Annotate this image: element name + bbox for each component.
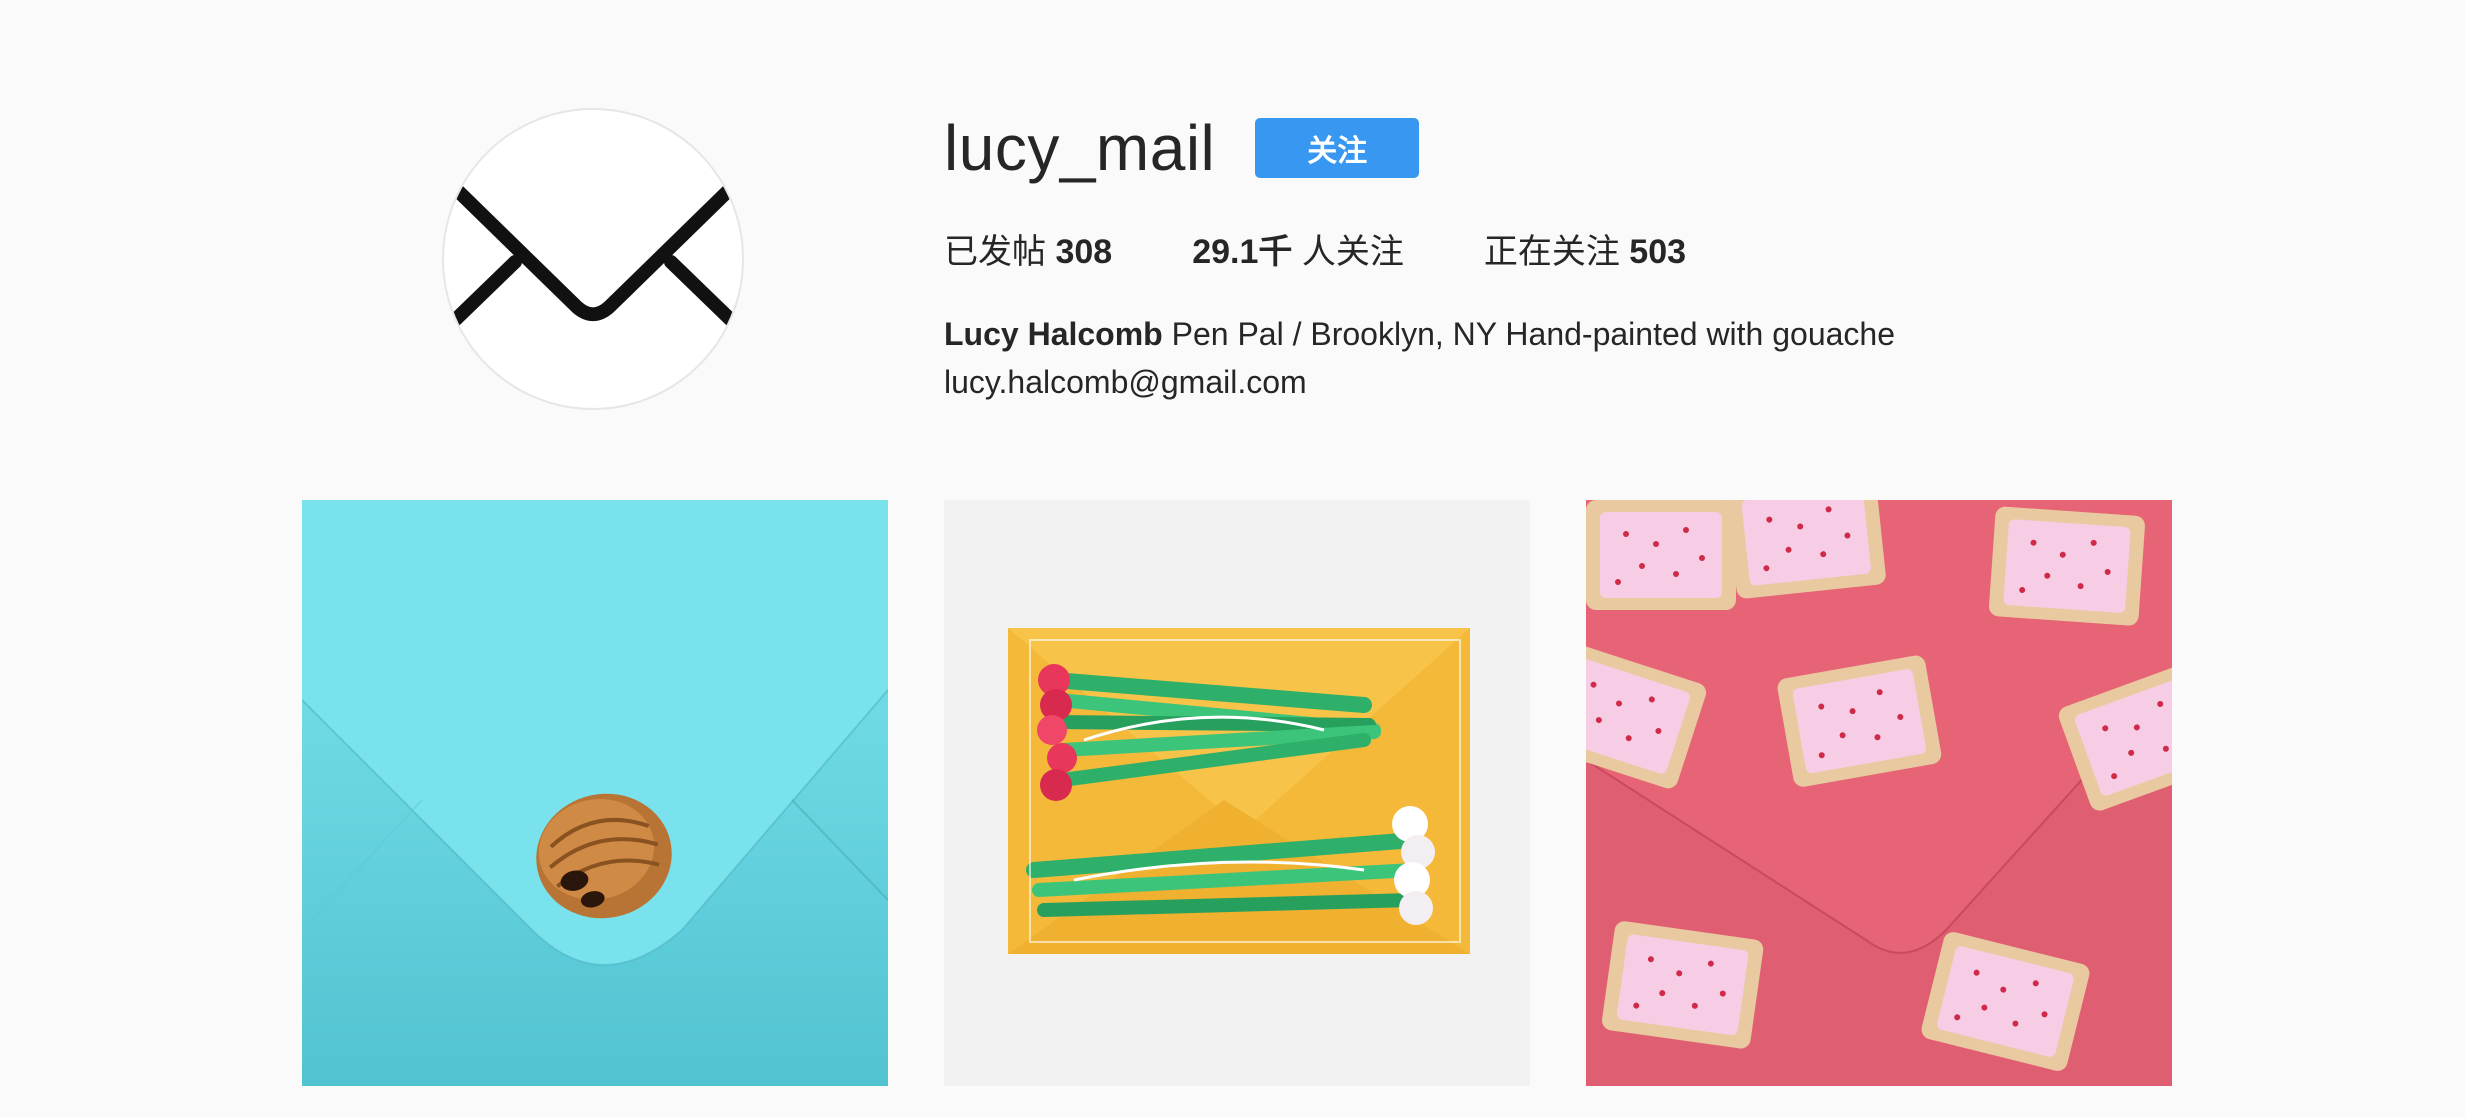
post-tile[interactable] xyxy=(1586,500,2172,1086)
post-tile[interactable] xyxy=(302,500,888,1086)
bio-email: lucy.halcomb@gmail.com xyxy=(944,364,1307,400)
username: lucy_mail xyxy=(944,112,1216,184)
following-value: 503 xyxy=(1629,233,1687,271)
posts-label: 已发帖 xyxy=(944,233,1046,271)
posts-grid xyxy=(302,500,2172,1086)
following-count[interactable]: 正在关注 503 xyxy=(1484,232,1686,272)
posts-count: 已发帖 308 xyxy=(944,232,1112,272)
full-name: Lucy Halcomb xyxy=(944,316,1163,352)
post-image-tulip-envelope xyxy=(944,500,1530,1086)
envelope-icon xyxy=(446,180,740,329)
bio: Lucy Halcomb Pen Pal / Brooklyn, NY Hand… xyxy=(944,310,1895,406)
following-label: 正在关注 xyxy=(1483,233,1620,271)
profile-info: lucy_mail 关注 已发帖 308 29.1千 人关注 正在关注 503 … xyxy=(944,108,1895,406)
post-image-poptart-envelope xyxy=(1586,500,2172,1086)
post-image-turquoise-envelope xyxy=(302,500,888,1086)
followers-count[interactable]: 29.1千 人关注 xyxy=(1192,232,1404,272)
title-row: lucy_mail 关注 xyxy=(944,108,1895,188)
bio-text: Pen Pal / Brooklyn, NY Hand-painted with… xyxy=(1171,316,1896,352)
followers-label: 人关注 xyxy=(1301,233,1404,271)
avatar[interactable] xyxy=(442,108,744,410)
followers-value: 29.1千 xyxy=(1192,233,1293,271)
post-tile[interactable] xyxy=(944,500,1530,1086)
stats-row: 已发帖 308 29.1千 人关注 正在关注 503 xyxy=(944,232,1895,272)
profile-page: lucy_mail 关注 已发帖 308 29.1千 人关注 正在关注 503 … xyxy=(0,0,2465,1117)
follow-button[interactable]: 关注 xyxy=(1255,118,1420,178)
posts-value: 308 xyxy=(1055,233,1113,271)
